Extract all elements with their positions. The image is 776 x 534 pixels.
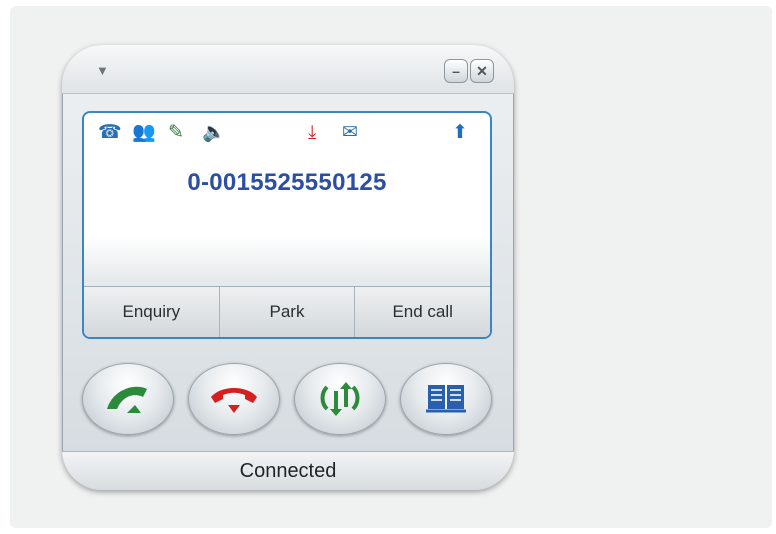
contacts-icon: 👥: [132, 122, 156, 143]
enquiry-button[interactable]: Enquiry: [84, 287, 220, 337]
softkey-bar: Enquiry Park End call: [84, 286, 490, 337]
transfer-button[interactable]: [294, 363, 386, 435]
title-bar[interactable]: ▼ – ✕: [62, 45, 514, 94]
phonebook-icon: [426, 385, 466, 413]
answer-call-icon: [107, 386, 147, 413]
user-edit-icon: ✎: [168, 122, 184, 143]
answer-call-button[interactable]: [82, 363, 174, 435]
speaker-icon: 🔈: [202, 122, 226, 143]
minimize-button[interactable]: –: [444, 59, 468, 83]
status-icon-row: ☎ 👥 ✎ 🔈 ⤓ ✉ ⬆: [98, 121, 478, 145]
transfer-icon: [320, 382, 360, 416]
action-buttons: [82, 363, 494, 439]
connection-status: Connected: [239, 459, 337, 482]
phone-window: ▼ – ✕ ☎ 👥 ✎ 🔈 ⤓ ✉ ⬆ 0-0015525550125 Enqu…: [62, 45, 514, 490]
park-button[interactable]: Park: [220, 287, 356, 337]
telephone-icon: ☎: [98, 122, 122, 143]
status-bar: Connected: [62, 451, 514, 490]
hang-up-button[interactable]: [188, 363, 280, 435]
up-arrow-icon: ⬆: [452, 122, 468, 143]
call-display: ☎ 👥 ✎ 🔈 ⤓ ✉ ⬆ 0-0015525550125 Enquiry Pa…: [82, 111, 492, 339]
end-call-button[interactable]: End call: [355, 287, 490, 337]
mail-icon: ✉: [342, 122, 358, 143]
download-arrow-icon: ⤓: [308, 122, 317, 143]
close-button[interactable]: ✕: [470, 59, 494, 83]
phonebook-button[interactable]: [400, 363, 492, 435]
phone-number: 0-0015525550125: [187, 169, 387, 196]
hang-up-icon: [211, 388, 257, 413]
menu-dropdown-icon[interactable]: ▼: [96, 63, 109, 78]
